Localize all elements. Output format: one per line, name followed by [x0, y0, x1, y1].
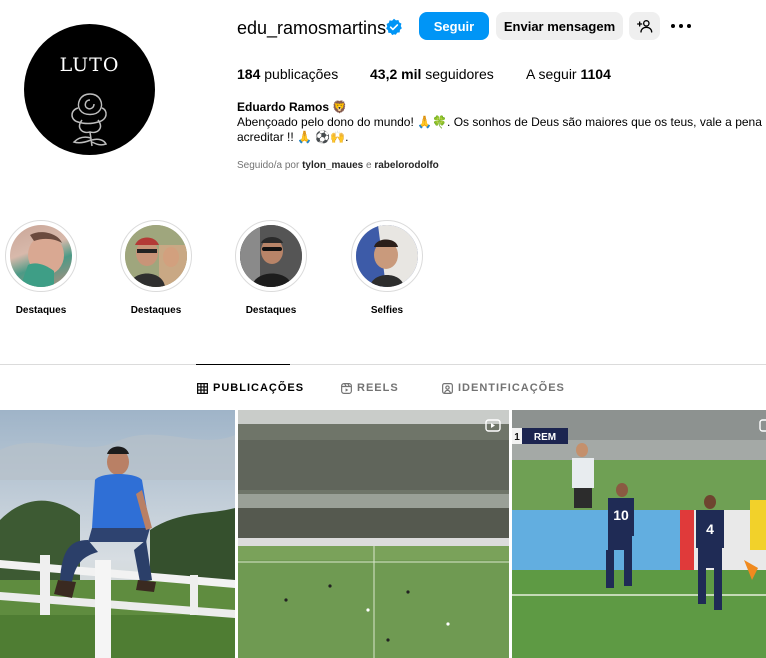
- score-team: REM: [534, 432, 556, 443]
- profile-full-name: Eduardo Ramos 🦁: [237, 100, 348, 114]
- post-image: 1 REM 10 4: [512, 410, 766, 658]
- highlight-item[interactable]: Destaques: [111, 220, 201, 316]
- tab-reels[interactable]: REELS: [341, 382, 399, 394]
- highlight-cover: [5, 220, 77, 292]
- highlight-label: Destaques: [245, 305, 297, 316]
- followers-stat[interactable]: 43,2 mil seguidores: [370, 65, 494, 83]
- rose-icon: [71, 93, 108, 147]
- active-tab-indicator: [196, 364, 290, 365]
- highlight-cover: [120, 220, 192, 292]
- profile-avatar[interactable]: LUTO: [24, 24, 155, 155]
- post-image: [238, 410, 509, 658]
- post-image: [0, 410, 235, 658]
- bio-line: acreditar !! 🙏 ⚽🙌.: [237, 130, 349, 144]
- bio-line: Abençoado pelo dono do mundo! 🙏🍀. Os son…: [237, 115, 762, 129]
- followed-by-and: e: [365, 160, 372, 171]
- jersey-number: 4: [706, 521, 714, 537]
- highlight-label: Destaques: [130, 305, 182, 316]
- tab-label: PUBLICAÇÕES: [213, 382, 305, 394]
- followed-by: Seguido/a por tylon_maues e rabelorodolf…: [237, 160, 439, 171]
- highlight-cover: [235, 220, 307, 292]
- highlight-item[interactable]: Destaques: [226, 220, 316, 316]
- highlight-item[interactable]: Destaques: [0, 220, 86, 316]
- suggest-users-button[interactable]: [629, 12, 660, 40]
- highlight-cover: [351, 220, 423, 292]
- followed-by-user-link[interactable]: rabelorodolfo: [374, 160, 438, 171]
- grid-icon: [197, 382, 208, 394]
- post-thumbnail[interactable]: [238, 410, 509, 658]
- tab-tagged[interactable]: IDENTIFICAÇÕES: [442, 382, 565, 394]
- score-number: 1: [514, 432, 520, 443]
- posts-count: 184: [237, 66, 261, 82]
- verified-badge-icon: [386, 18, 402, 36]
- post-thumbnail[interactable]: [0, 410, 235, 658]
- tagged-icon: [442, 382, 453, 394]
- highlight-label: Selfies: [370, 305, 404, 316]
- tab-label: IDENTIFICAÇÕES: [458, 382, 565, 394]
- avatar-text: LUTO: [59, 54, 120, 76]
- followed-by-prefix: Seguido/a por: [237, 160, 300, 171]
- posts-label: publicações: [264, 66, 339, 82]
- more-options-icon[interactable]: [670, 16, 692, 36]
- tabs-divider: [0, 364, 766, 365]
- following-stat[interactable]: A seguir 1104: [526, 65, 611, 83]
- followers-label: seguidores: [425, 66, 494, 82]
- followed-by-user-link[interactable]: tylon_maues: [302, 160, 363, 171]
- posts-stat[interactable]: 184 publicações: [237, 65, 338, 83]
- add-user-icon: [636, 20, 652, 33]
- reels-icon: [341, 382, 352, 394]
- profile-bio: Abençoado pelo dono do mundo! 🙏🍀. Os son…: [237, 115, 766, 145]
- send-message-button[interactable]: Enviar mensagem: [496, 12, 623, 40]
- tab-posts[interactable]: PUBLICAÇÕES: [197, 382, 304, 394]
- jersey-number: 10: [613, 507, 629, 523]
- followers-count: 43,2 mil: [370, 66, 422, 82]
- profile-username: edu_ramosmartins: [237, 18, 387, 38]
- tab-label: REELS: [357, 382, 399, 394]
- post-thumbnail[interactable]: 1 REM 10 4: [512, 410, 766, 658]
- highlight-label: Destaques: [15, 305, 67, 316]
- follow-button[interactable]: Seguir: [419, 12, 489, 40]
- highlight-item[interactable]: Selfies: [342, 220, 432, 316]
- following-label: A seguir: [526, 66, 577, 82]
- following-count: 1104: [580, 66, 611, 82]
